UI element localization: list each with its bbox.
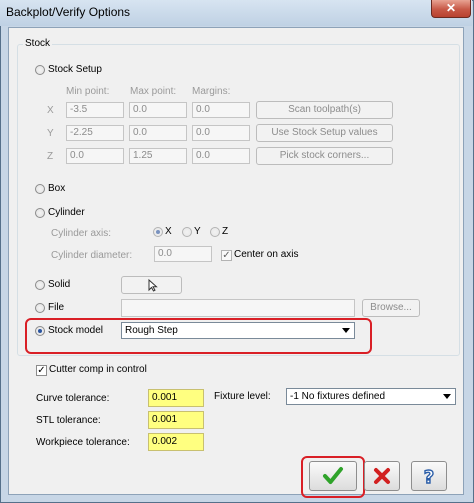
stock-group-label: Stock	[23, 38, 53, 49]
chevron-down-icon	[443, 394, 451, 399]
cylinder-diameter-label: Cylinder diameter:	[51, 250, 133, 261]
browse-button[interactable]: Browse...	[362, 299, 420, 317]
close-icon	[374, 468, 390, 484]
z-margin-field[interactable]: 0.0	[192, 148, 250, 164]
cancel-button[interactable]	[364, 461, 400, 491]
checkmark-icon	[323, 467, 343, 484]
stock-model-dropdown[interactable]: Rough Step	[121, 322, 355, 339]
z-axis-label: Z	[47, 151, 54, 162]
pick-stock-corners-button[interactable]: Pick stock corners...	[256, 147, 393, 165]
cylinder-axis-z-label: Z	[222, 226, 229, 237]
ok-button[interactable]	[309, 461, 357, 491]
file-label: File	[48, 302, 65, 313]
center-on-axis-label: Center on axis	[234, 249, 299, 260]
solid-label: Solid	[48, 279, 71, 290]
help-button[interactable]: ?	[411, 461, 447, 491]
y-margin-field[interactable]: 0.0	[192, 125, 250, 141]
fixture-level-value: -1 No fixtures defined	[290, 391, 386, 402]
solid-select-button[interactable]	[121, 276, 182, 294]
x-margin-field[interactable]: 0.0	[192, 102, 250, 118]
y-min-field[interactable]: -2.25	[66, 125, 124, 141]
x-max-field[interactable]: 0.0	[129, 102, 187, 118]
cylinder-label: Cylinder	[48, 207, 85, 218]
max-point-header: Max point:	[130, 86, 177, 97]
cylinder-diameter-field[interactable]: 0.0	[154, 246, 212, 262]
scan-toolpaths-button[interactable]: Scan toolpath(s)	[256, 101, 393, 119]
cursor-select-icon	[148, 278, 158, 292]
y-axis-label: Y	[47, 128, 54, 139]
cutter-comp-checkbox[interactable]: ✓	[36, 365, 47, 376]
cylinder-axis-y-label: Y	[194, 226, 201, 237]
box-radio[interactable]	[35, 184, 45, 194]
min-point-header: Min point:	[66, 86, 110, 97]
box-label: Box	[48, 183, 66, 194]
fixture-level-label: Fixture level:	[214, 391, 271, 402]
stock-setup-label: Stock Setup	[48, 64, 102, 75]
z-max-field[interactable]: 1.25	[129, 148, 187, 164]
help-icon: ?	[423, 466, 435, 488]
cylinder-radio[interactable]	[35, 208, 45, 218]
file-radio[interactable]	[35, 303, 45, 313]
solid-radio[interactable]	[35, 280, 45, 290]
x-axis-label: X	[47, 105, 54, 116]
close-button[interactable]: ✕	[431, 0, 471, 18]
fixture-level-dropdown[interactable]: -1 No fixtures defined	[286, 388, 456, 405]
cutter-comp-label: Cutter comp in control	[49, 364, 147, 375]
cylinder-axis-y-radio[interactable]	[182, 227, 192, 237]
cylinder-axis-x-label: X	[165, 226, 172, 237]
stl-tolerance-field[interactable]: 0.001	[148, 411, 204, 429]
cylinder-axis-z-radio[interactable]	[210, 227, 220, 237]
curve-tolerance-label: Curve tolerance:	[36, 393, 110, 404]
center-on-axis-checkbox[interactable]: ✓	[221, 250, 232, 261]
file-path-field[interactable]	[121, 299, 355, 317]
stock-setup-radio[interactable]	[35, 65, 45, 75]
y-max-field[interactable]: 0.0	[129, 125, 187, 141]
workpiece-tolerance-label: Workpiece tolerance:	[36, 437, 130, 448]
z-min-field[interactable]: 0.0	[66, 148, 124, 164]
use-stock-setup-values-button[interactable]: Use Stock Setup values	[256, 124, 393, 142]
workpiece-tolerance-field[interactable]: 0.002	[148, 433, 204, 451]
window-title: Backplot/Verify Options	[6, 5, 131, 19]
cylinder-axis-x-radio[interactable]	[153, 227, 163, 237]
x-min-field[interactable]: -3.5	[66, 102, 124, 118]
stock-model-radio[interactable]	[35, 326, 45, 336]
stock-model-label: Stock model	[48, 325, 104, 336]
curve-tolerance-field[interactable]: 0.001	[148, 389, 204, 407]
svg-text:?: ?	[424, 467, 434, 488]
stock-model-value: Rough Step	[125, 325, 178, 336]
chevron-down-icon	[342, 328, 350, 333]
margins-header: Margins:	[192, 86, 231, 97]
stl-tolerance-label: STL tolerance:	[36, 415, 101, 426]
cylinder-axis-label: Cylinder axis:	[51, 228, 112, 239]
